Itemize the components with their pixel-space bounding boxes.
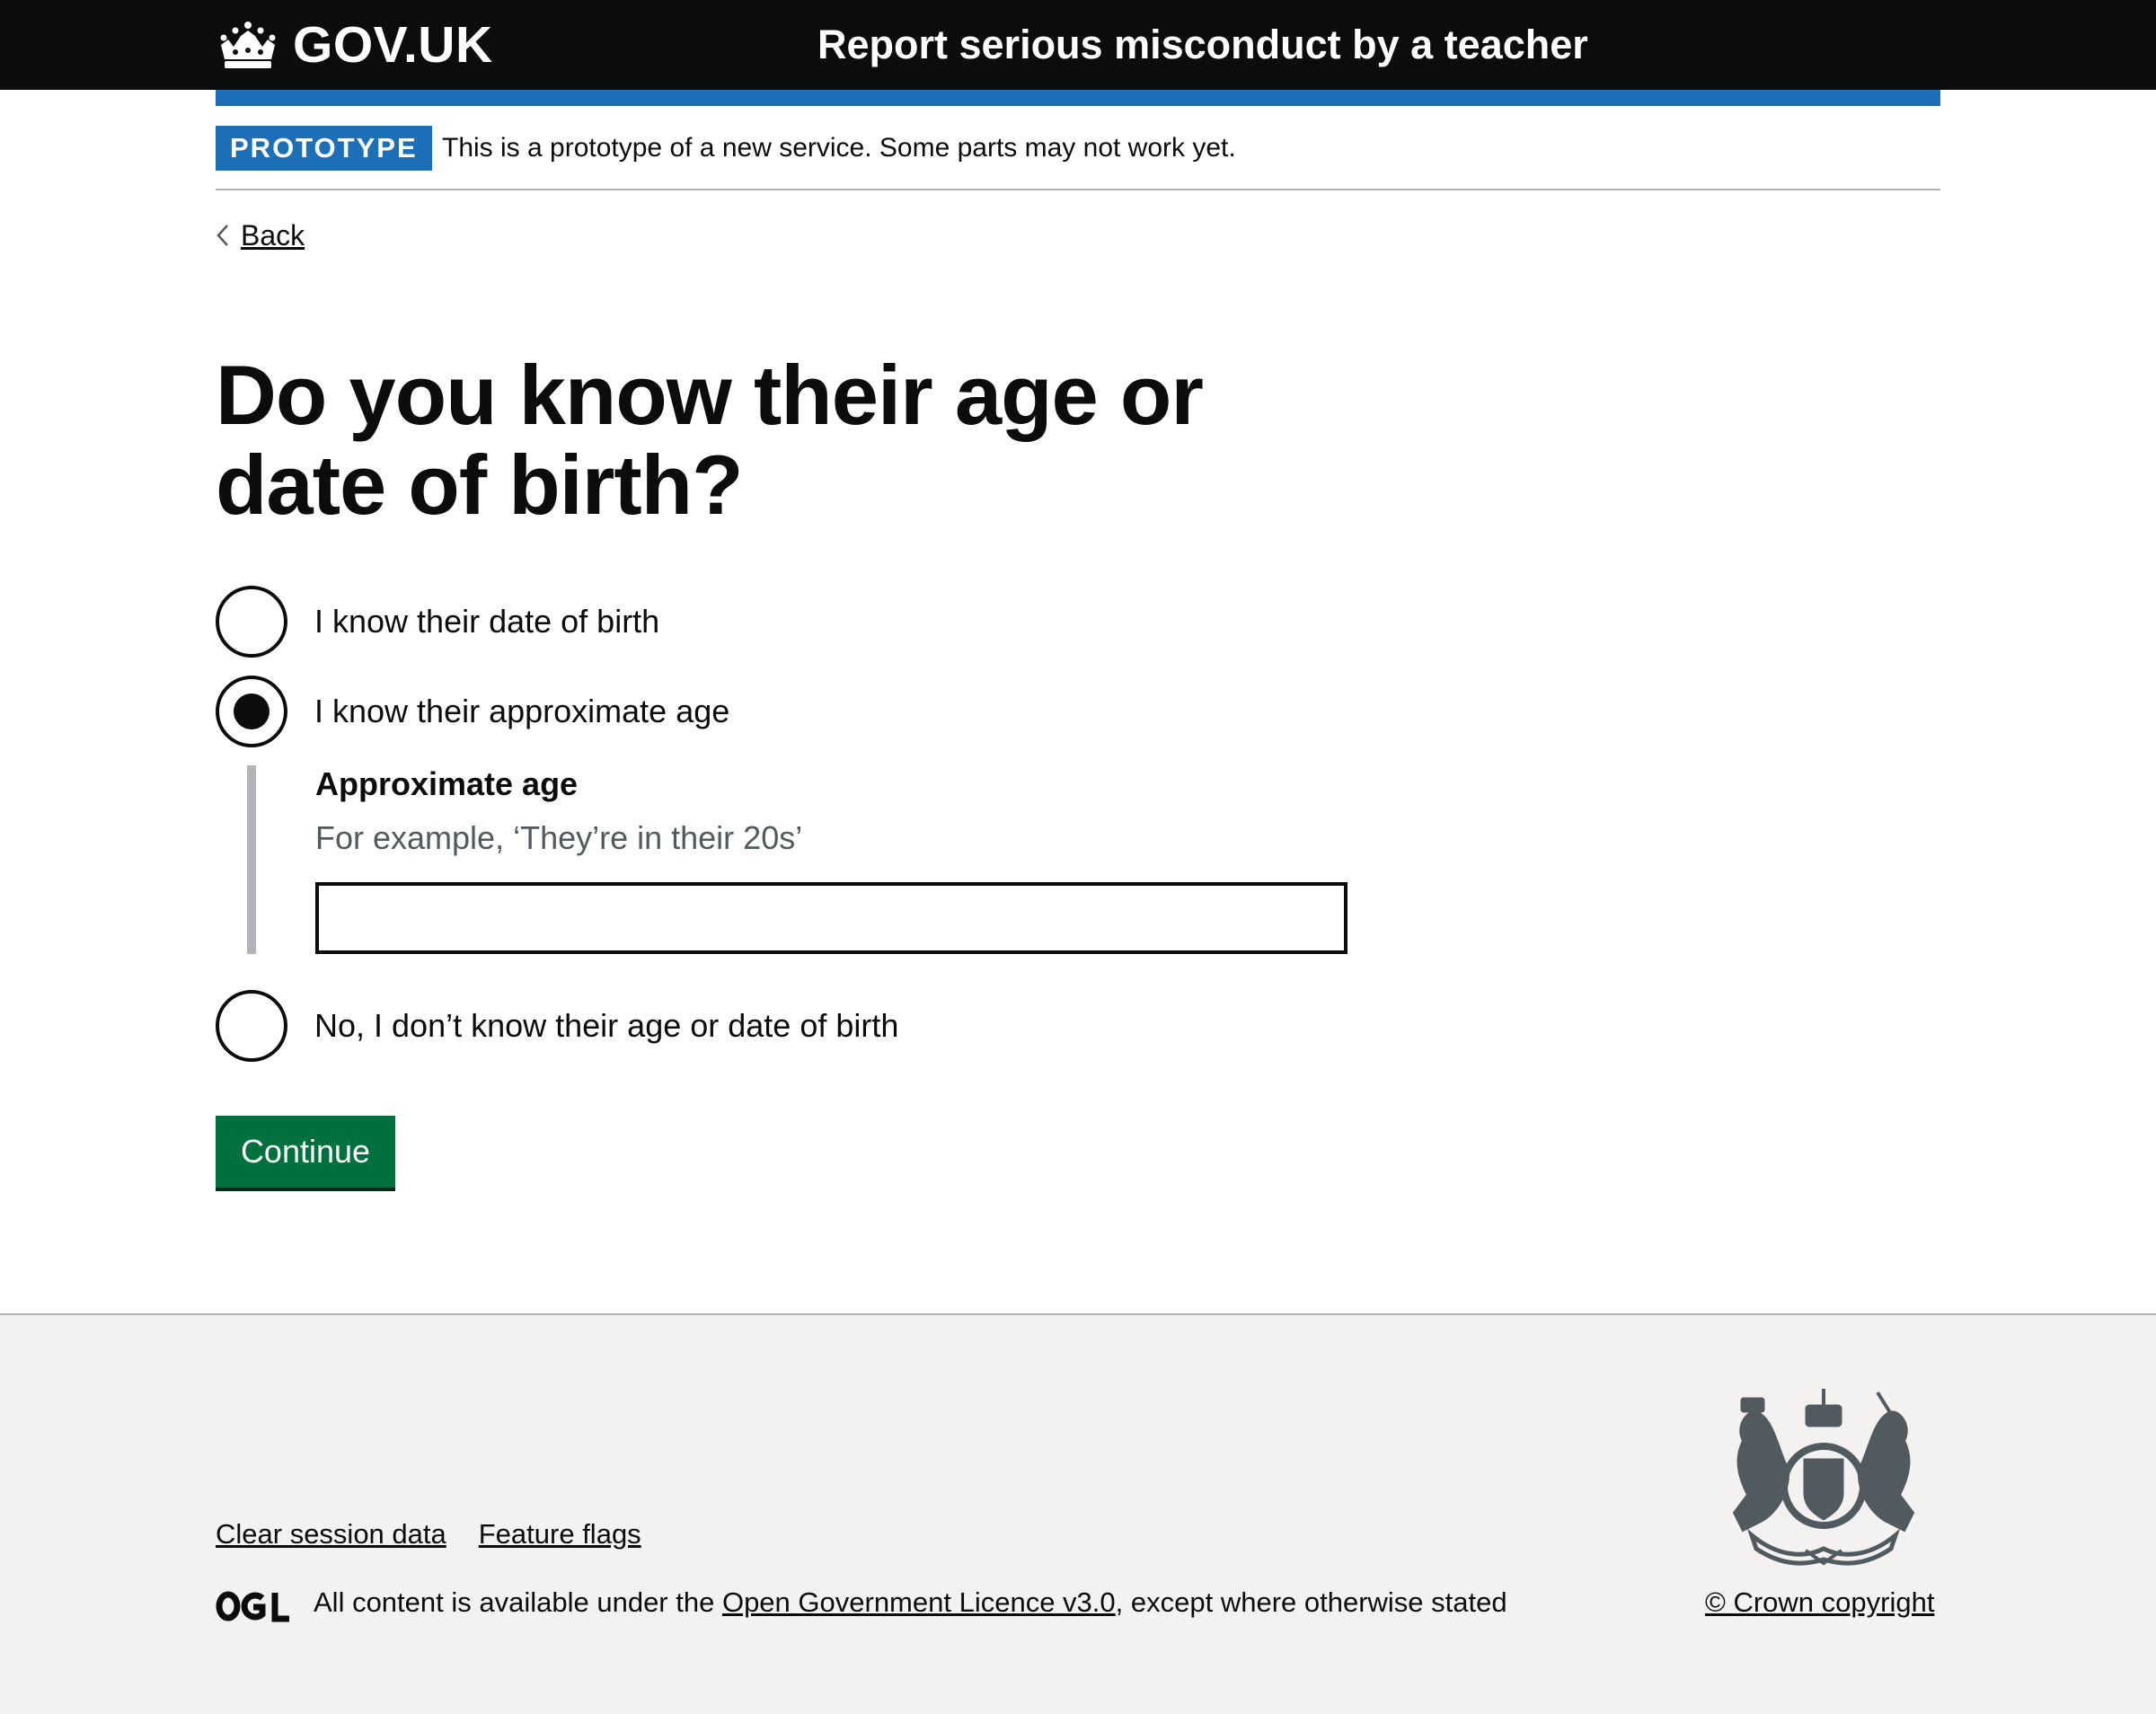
site-header: GOV.UK Report serious misconduct by a te…: [0, 0, 2156, 90]
licence-prefix: All content is available under the: [314, 1586, 722, 1618]
phase-tag: PROTOTYPE: [216, 126, 432, 171]
radio-button-approximate-age[interactable]: [216, 676, 287, 747]
page-title-line-1: Do you know their age or: [216, 348, 1204, 442]
radio-option-unknown[interactable]: No, I don’t know their age or date of bi…: [216, 990, 898, 1062]
page-title-line-2: date of birth?: [216, 437, 743, 532]
approximate-age-hint: For example, ‘They’re in their 20s’: [315, 819, 803, 856]
back-link[interactable]: Back: [216, 216, 305, 255]
radio-button-date-of-birth[interactable]: [216, 586, 287, 658]
radio-label-approximate-age[interactable]: I know their approximate age: [314, 693, 729, 730]
crown-icon: [220, 22, 276, 68]
royal-coat-of-arms-icon: [1732, 1389, 1915, 1566]
approximate-age-label: Approximate age: [315, 765, 579, 802]
footer-links: Clear session data Feature flags: [216, 1518, 641, 1551]
radio-button-unknown[interactable]: [216, 990, 287, 1062]
open-government-licence-link[interactable]: Open Government Licence v3.0: [722, 1586, 1116, 1618]
crown-copyright-link[interactable]: © Crown copyright: [1705, 1586, 1934, 1619]
radio-label-date-of-birth[interactable]: I know their date of birth: [314, 603, 659, 641]
phase-banner: PROTOTYPE This is a prototype of a new s…: [216, 126, 1940, 190]
approximate-age-input[interactable]: [315, 882, 1348, 954]
govuk-logo-link[interactable]: GOV.UK: [216, 16, 493, 74]
feature-flags-link[interactable]: Feature flags: [479, 1518, 641, 1551]
radio-option-date-of-birth[interactable]: I know their date of birth: [216, 586, 659, 658]
govuk-logo-text: GOV.UK: [293, 16, 493, 74]
site-footer: Clear session data Feature flags All con…: [0, 1313, 2156, 1714]
chevron-left-icon: [216, 225, 228, 246]
radio-option-approximate-age[interactable]: I know their approximate age: [216, 676, 729, 747]
conditional-reveal-border: [247, 765, 256, 954]
clear-session-data-link[interactable]: Clear session data: [216, 1518, 446, 1551]
ogl-logo-icon: [216, 1591, 289, 1622]
radio-label-unknown[interactable]: No, I don’t know their age or date of bi…: [314, 1007, 898, 1045]
continue-button[interactable]: Continue: [216, 1116, 395, 1188]
licence-suffix: , except where otherwise stated: [1115, 1586, 1507, 1618]
back-link-label: Back: [241, 219, 305, 252]
page-title: Do you know their age or date of birth?: [216, 350, 1294, 530]
header-blue-bar: [216, 90, 1940, 106]
service-name[interactable]: Report serious misconduct by a teacher: [817, 16, 1588, 74]
licence-text: All content is available under the Open …: [314, 1586, 1507, 1619]
phase-banner-text: This is a prototype of a new service. So…: [442, 133, 1236, 163]
